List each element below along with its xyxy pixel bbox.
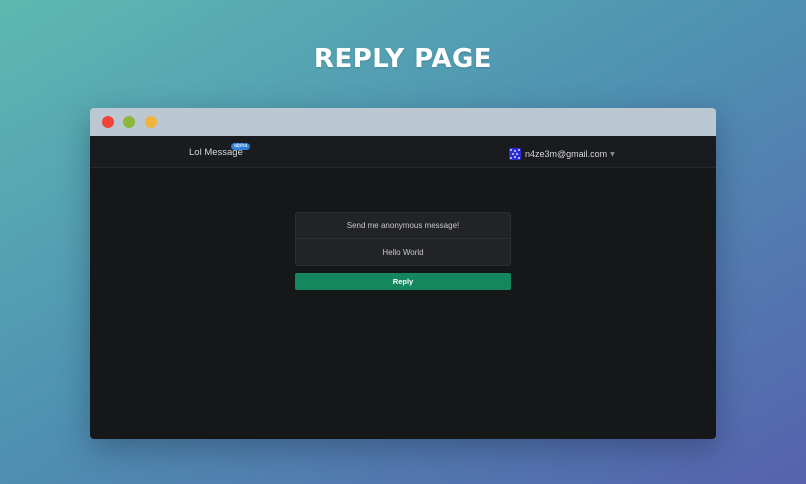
- chevron-down-icon: ▼: [610, 150, 615, 158]
- page-title: REPLY PAGE: [313, 44, 493, 74]
- avatar: [509, 148, 521, 160]
- maximize-window-icon[interactable]: [145, 116, 157, 128]
- reply-button[interactable]: Reply: [295, 273, 511, 290]
- minimize-window-icon[interactable]: [123, 116, 135, 128]
- user-email: n4ze3m@gmail.com: [525, 149, 608, 159]
- navbar: Lol Message alpha n4ze3m@gmail.com ▼: [90, 136, 716, 168]
- card-message: Hello World: [382, 247, 424, 257]
- close-window-icon[interactable]: [102, 116, 114, 128]
- message-card: Send me anonymous message! Hello World: [295, 212, 511, 266]
- window-titlebar: [90, 108, 716, 136]
- card-prompt: Send me anonymous message!: [296, 213, 510, 239]
- app-content: Lol Message alpha n4ze3m@gmail.com ▼ Sen…: [90, 136, 716, 439]
- alpha-badge: alpha: [231, 143, 251, 150]
- user-menu[interactable]: n4ze3m@gmail.com ▼: [509, 147, 615, 161]
- browser-window: Lol Message alpha n4ze3m@gmail.com ▼ Sen…: [90, 108, 716, 439]
